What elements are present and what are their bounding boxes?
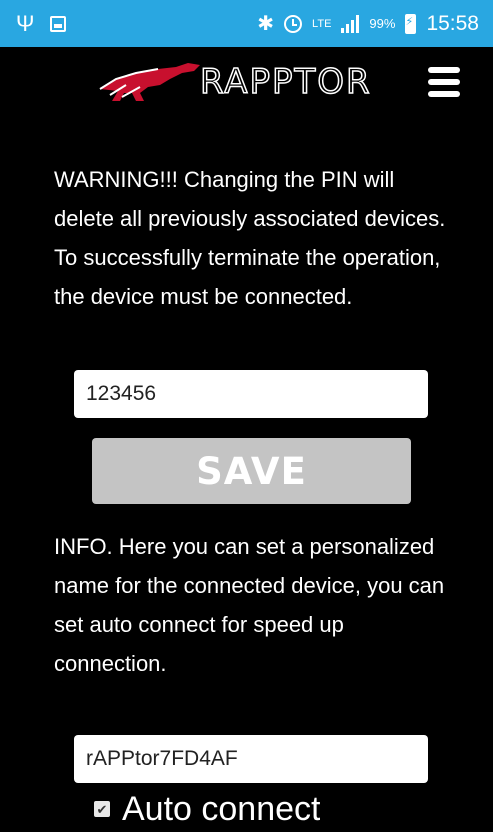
status-bar: Ψ ✱ LTE 99% 15:58 xyxy=(0,0,493,47)
device-name-input[interactable] xyxy=(74,735,428,783)
raptor-logo-icon xyxy=(99,63,200,101)
auto-connect-label: Auto connect xyxy=(122,789,321,828)
signal-icon xyxy=(341,14,360,33)
alarm-icon xyxy=(284,14,303,33)
app-logo: RAPPTOR xyxy=(96,57,426,107)
lte-icon: LTE xyxy=(312,17,332,30)
usb-icon: Ψ xyxy=(16,10,35,36)
auto-connect-option[interactable]: ✔ Auto connect xyxy=(94,786,320,832)
status-bar-left: Ψ xyxy=(16,10,67,36)
save-button[interactable]: SAVE xyxy=(92,438,411,504)
pin-warning-text: WARNING!!! Changing the PIN will delete … xyxy=(54,167,446,309)
info-text: INFO. Here you can set a personalized na… xyxy=(54,534,445,676)
pin-input[interactable] xyxy=(74,370,428,418)
status-bar-right: ✱ LTE 99% 15:58 xyxy=(257,11,479,36)
bluetooth-icon: ✱ xyxy=(257,13,275,35)
logo-text: RAPPTOR xyxy=(199,62,372,102)
auto-connect-checkbox[interactable]: ✔ xyxy=(94,801,110,817)
app-header: RAPPTOR xyxy=(0,47,493,132)
image-icon xyxy=(50,15,67,32)
battery-icon xyxy=(405,13,417,34)
status-time: 15:58 xyxy=(426,11,479,35)
hamburger-menu-icon[interactable] xyxy=(428,67,460,97)
battery-percent: 99% xyxy=(369,16,396,31)
